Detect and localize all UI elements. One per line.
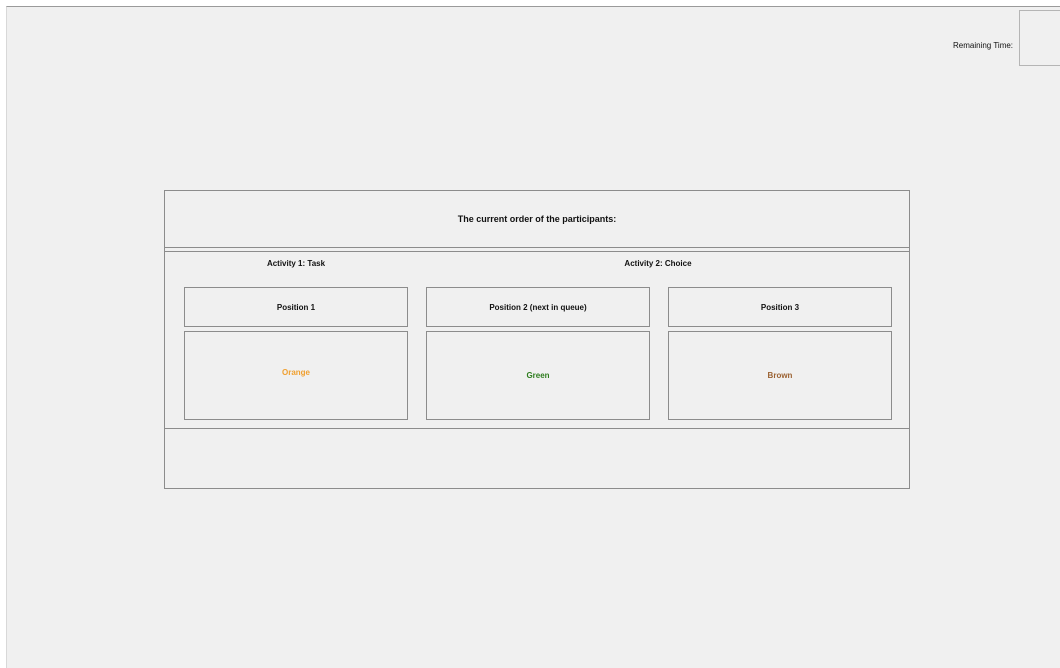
app-window: Remaining Time: The current order of the… bbox=[6, 6, 1060, 668]
position-3-participant: Brown bbox=[668, 331, 892, 420]
activity-2-label: Activity 2: Choice bbox=[624, 259, 692, 268]
remaining-time-display bbox=[1019, 10, 1060, 66]
activity-1-label: Activity 1: Task bbox=[266, 259, 326, 268]
position-1-participant: Orange bbox=[184, 331, 408, 420]
position-2-header: Position 2 (next in queue) bbox=[426, 287, 650, 327]
panel-title: The current order of the participants: bbox=[165, 191, 909, 248]
participant-order-panel: The current order of the participants: A… bbox=[164, 190, 910, 489]
remaining-time-label: Remaining Time: bbox=[953, 41, 1014, 50]
position-1-header: Position 1 bbox=[184, 287, 408, 327]
activities-section: Activity 1: Task Activity 2: Choice Posi… bbox=[165, 251, 909, 429]
position-3-header: Position 3 bbox=[668, 287, 892, 327]
position-2-participant: Green bbox=[426, 331, 650, 420]
panel-footer bbox=[165, 429, 909, 488]
